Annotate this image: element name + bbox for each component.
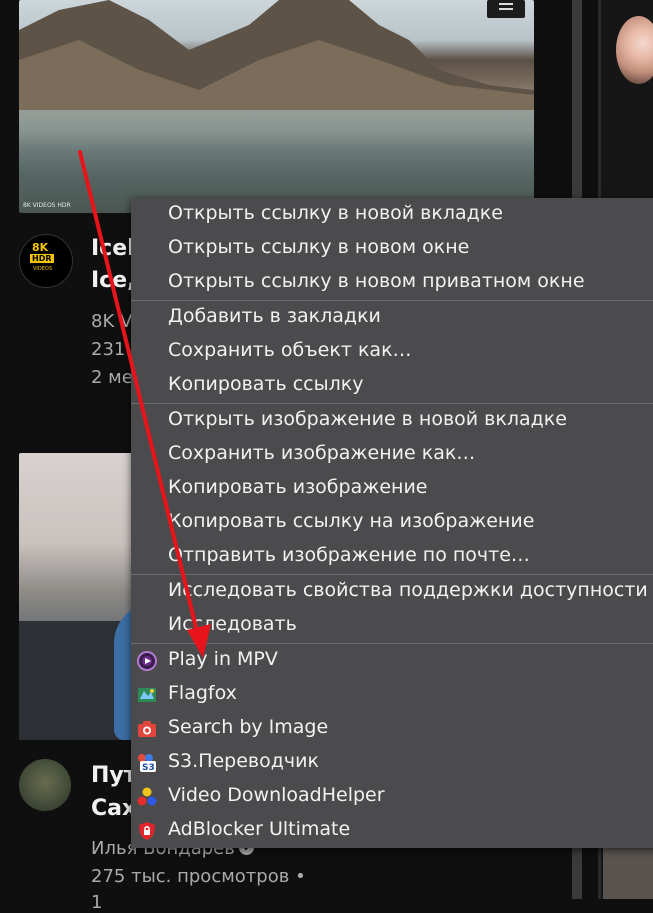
menu-label: Отправить изображение по почте… xyxy=(168,544,530,566)
menu-label: Копировать изображение xyxy=(168,476,428,498)
menu-item-s3-translator[interactable]: S3 S3.Переводчик xyxy=(131,746,653,780)
menu-item-open-link-new-tab[interactable]: Открыть ссылку в новой вкладке xyxy=(131,198,653,232)
context-menu: Открыть ссылку в новой вкладке Открыть с… xyxy=(131,198,653,848)
menu-label: Добавить в закладки xyxy=(168,305,381,327)
s3-translator-icon: S3 xyxy=(138,754,156,773)
menu-item-copy-image-link[interactable]: Копировать ссылку на изображение xyxy=(131,506,653,540)
menu-item-email-image[interactable]: Отправить изображение по почте… xyxy=(131,540,653,574)
menu-item-flagfox[interactable]: Flagfox xyxy=(131,678,653,712)
menu-label: Исследовать xyxy=(168,613,297,635)
thumbnail-watermark: 8K VIDEOS HDR xyxy=(23,202,71,209)
menu-item-copy-image[interactable]: Копировать изображение xyxy=(131,472,653,506)
menu-label: Копировать ссылку на изображение xyxy=(168,510,535,532)
video-downloadhelper-icon xyxy=(137,787,157,806)
channel-avatar-8k[interactable]: 8K HDR VIDEOS xyxy=(19,234,73,288)
logo-8k-text: 8K xyxy=(32,241,49,254)
video-title-1-line1[interactable]: Icel xyxy=(91,236,135,261)
menu-label: AdBlocker Ultimate xyxy=(168,818,351,840)
flagfox-icon xyxy=(138,688,156,702)
menu-label: Копировать ссылку xyxy=(168,373,364,395)
menu-label: Play in MPV xyxy=(168,648,278,670)
sidebar-thumbnail[interactable] xyxy=(603,848,653,899)
video-title-1-line2[interactable]: Ice, xyxy=(91,268,136,293)
menu-label: Flagfox xyxy=(168,682,237,704)
video-title-2-line2[interactable]: Сах xyxy=(91,796,136,821)
menu-item-copy-link[interactable]: Копировать ссылку xyxy=(131,369,653,403)
logo-hdr-text: HDR xyxy=(30,254,54,263)
adblocker-shield-icon xyxy=(139,822,155,840)
menu-label: S3.Переводчик xyxy=(168,750,319,772)
view-count-1: 231 xyxy=(91,339,126,360)
sidebar-avatar[interactable] xyxy=(616,16,653,84)
menu-item-bookmark[interactable]: Добавить в закладки xyxy=(131,301,653,335)
logo-videos-text: VIDEOS xyxy=(33,266,53,272)
camera-icon xyxy=(138,721,156,737)
video-title-2-line1[interactable]: Пут xyxy=(91,763,137,788)
channel-avatar-2[interactable] xyxy=(19,759,71,811)
menu-item-open-image-new-tab[interactable]: Открыть изображение в новой вкладке xyxy=(131,404,653,438)
menu-label: Video DownloadHelper xyxy=(168,784,385,806)
menu-item-inspect[interactable]: Исследовать xyxy=(131,609,653,643)
upload-age-2: 1 xyxy=(91,892,103,913)
menu-label: Search by Image xyxy=(168,716,329,738)
menu-label: Сохранить изображение как… xyxy=(168,442,476,464)
menu-label: Открыть ссылку в новой вкладке xyxy=(168,202,503,224)
menu-item-inspect-accessibility[interactable]: Исследовать свойства поддержки доступнос… xyxy=(131,575,653,609)
channel-name-1[interactable]: 8K V xyxy=(91,311,132,332)
menu-item-play-in-mpv[interactable]: Play in MPV xyxy=(131,644,653,678)
video-thumbnail-1[interactable]: 8K VIDEOS HDR xyxy=(19,0,534,213)
mpv-icon xyxy=(137,651,157,671)
upload-age-1: 2 ме xyxy=(91,367,133,388)
menu-label: Открыть изображение в новой вкладке xyxy=(168,408,567,430)
menu-label: Исследовать свойства поддержки доступнос… xyxy=(168,579,648,601)
svg-text:S3: S3 xyxy=(142,763,155,773)
menu-label: Открыть ссылку в новом окне xyxy=(168,236,470,258)
menu-item-open-link-new-window[interactable]: Открыть ссылку в новом окне xyxy=(131,232,653,266)
menu-item-open-link-private-window[interactable]: Открыть ссылку в новом приватном окне xyxy=(131,266,653,300)
menu-label: Открыть ссылку в новом приватном окне xyxy=(168,270,585,292)
menu-item-video-downloadhelper[interactable]: Video DownloadHelper xyxy=(131,780,653,814)
menu-item-save-image-as[interactable]: Сохранить изображение как… xyxy=(131,438,653,472)
mountain-landscape xyxy=(19,0,534,110)
menu-item-save-link-as[interactable]: Сохранить объект как… xyxy=(131,335,653,369)
menu-item-search-by-image[interactable]: Search by Image xyxy=(131,712,653,746)
menu-label: Сохранить объект как… xyxy=(168,339,412,361)
view-count-2: 275 тыс. просмотров • xyxy=(91,866,306,887)
queue-icon[interactable] xyxy=(487,0,525,18)
menu-item-adblocker-ultimate[interactable]: AdBlocker Ultimate xyxy=(131,814,653,848)
